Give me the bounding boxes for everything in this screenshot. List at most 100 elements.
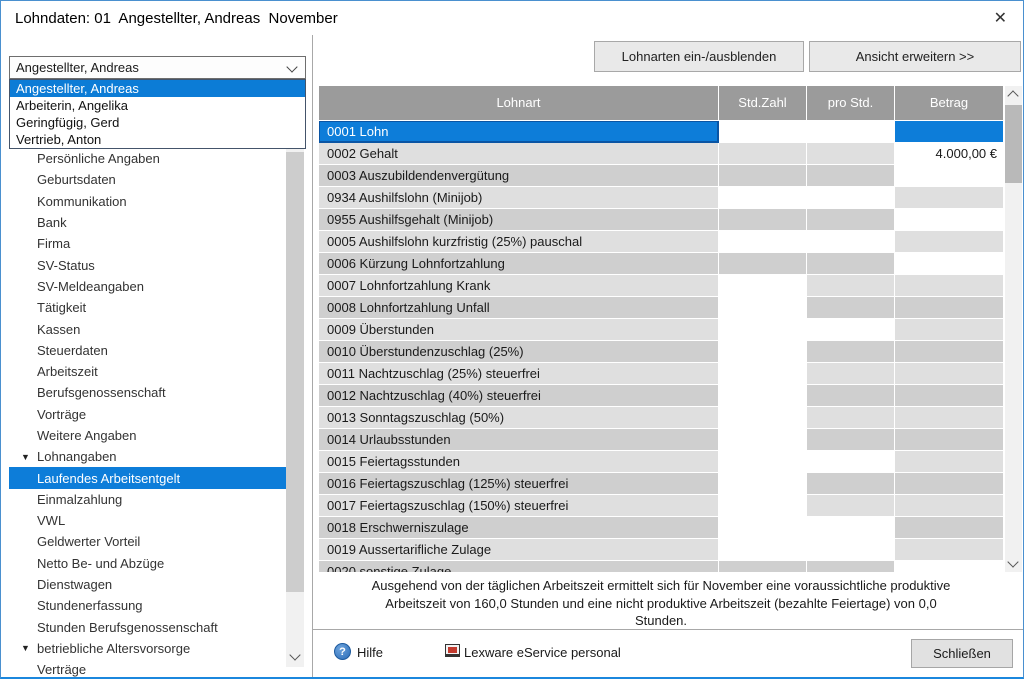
close-button[interactable]: Schließen	[911, 639, 1013, 668]
cell-std-zahl[interactable]	[719, 231, 806, 252]
column-header-pro-std[interactable]: pro Std.	[807, 86, 894, 120]
sidebar-tree-item[interactable]: ▼ Weitere Angaben	[9, 425, 286, 446]
cell-std-zahl[interactable]	[719, 473, 806, 494]
employee-option[interactable]: Vertrieb, Anton	[10, 131, 305, 148]
table-row[interactable]: 0010 Überstundenzuschlag (25%)	[319, 341, 1003, 362]
cell-lohnart[interactable]: 0955 Aushilfsgehalt (Minijob)	[319, 209, 718, 230]
cell-std-zahl[interactable]	[719, 495, 806, 516]
cell-betrag[interactable]	[895, 385, 1003, 406]
cell-std-zahl[interactable]	[719, 319, 806, 340]
sidebar-tree-item[interactable]: ▼ Dienstwagen	[9, 574, 286, 595]
employee-select[interactable]: Angestellter, Andreas	[9, 56, 306, 79]
cell-std-zahl[interactable]	[719, 539, 806, 560]
table-row[interactable]: 0014 Urlaubsstunden	[319, 429, 1003, 450]
sidebar-tree-item[interactable]: ▼ Vorträge	[9, 404, 286, 425]
cell-lohnart[interactable]: 0008 Lohnfortzahlung Unfall	[319, 297, 718, 318]
sidebar-tree-item[interactable]: ▼ Verträge	[9, 659, 286, 677]
cell-betrag[interactable]	[895, 363, 1003, 384]
sidebar-tree-item[interactable]: ▼ Laufendes Arbeitsentgelt	[9, 467, 286, 488]
cell-std-zahl[interactable]	[719, 429, 806, 450]
employee-option[interactable]: Geringfügig, Gerd	[10, 114, 305, 131]
cell-lohnart[interactable]: 0001 Lohn	[319, 121, 718, 142]
sidebar-tree-item[interactable]: ▼ Geburtsdaten	[9, 169, 286, 190]
cell-pro-std[interactable]	[807, 539, 894, 560]
sidebar-tree-item[interactable]: ▼ Netto Be- und Abzüge	[9, 553, 286, 574]
sidebar-tree-item[interactable]: ▼ Stundenerfassung	[9, 595, 286, 616]
sidebar-scrollbar[interactable]	[286, 148, 304, 667]
scroll-down-icon[interactable]	[1007, 556, 1018, 567]
cell-pro-std[interactable]	[807, 253, 894, 274]
cell-lohnart[interactable]: 0015 Feiertagsstunden	[319, 451, 718, 472]
table-row[interactable]: 0955 Aushilfsgehalt (Minijob)	[319, 209, 1003, 230]
table-scrollbar[interactable]	[1005, 86, 1022, 572]
cell-pro-std[interactable]	[807, 231, 894, 252]
cell-lohnart[interactable]: 0009 Überstunden	[319, 319, 718, 340]
sidebar-tree-item[interactable]: ▼ Tätigkeit	[9, 297, 286, 318]
sidebar-tree-item[interactable]: ▼ Firma	[9, 233, 286, 254]
cell-std-zahl[interactable]	[719, 407, 806, 428]
cell-std-zahl[interactable]	[719, 209, 806, 230]
cell-pro-std[interactable]	[807, 187, 894, 208]
column-header-betrag[interactable]: Betrag	[895, 86, 1003, 120]
cell-betrag[interactable]	[895, 253, 1003, 274]
cell-std-zahl[interactable]	[719, 275, 806, 296]
cell-betrag[interactable]	[895, 231, 1003, 252]
cell-lohnart[interactable]: 0003 Auszubildendenvergütung	[319, 165, 718, 186]
table-row[interactable]: 0005 Aushilfslohn kurzfristig (25%) paus…	[319, 231, 1003, 252]
table-row[interactable]: 0012 Nachtzuschlag (40%) steuerfrei	[319, 385, 1003, 406]
sidebar-scrollbar-thumb[interactable]	[286, 152, 304, 592]
sidebar-tree-item[interactable]: ▼ Einmalzahlung	[9, 489, 286, 510]
cell-betrag[interactable]	[895, 297, 1003, 318]
cell-pro-std[interactable]	[807, 121, 894, 142]
cell-betrag[interactable]	[895, 165, 1003, 186]
sidebar-tree-item[interactable]: ▼ Kassen	[9, 318, 286, 339]
cell-std-zahl[interactable]	[719, 121, 806, 142]
toggle-wage-types-button[interactable]: Lohnarten ein-/ausblenden	[594, 41, 804, 72]
cell-std-zahl[interactable]	[719, 187, 806, 208]
cell-pro-std[interactable]	[807, 385, 894, 406]
cell-lohnart[interactable]: 0012 Nachtzuschlag (40%) steuerfrei	[319, 385, 718, 406]
cell-betrag[interactable]	[895, 517, 1003, 538]
cell-std-zahl[interactable]	[719, 341, 806, 362]
scroll-up-icon[interactable]	[1007, 90, 1018, 101]
table-row[interactable]: 0013 Sonntagszuschlag (50%)	[319, 407, 1003, 428]
cell-lohnart[interactable]: 0014 Urlaubsstunden	[319, 429, 718, 450]
cell-pro-std[interactable]	[807, 319, 894, 340]
cell-std-zahl[interactable]	[719, 165, 806, 186]
cell-pro-std[interactable]	[807, 341, 894, 362]
cell-lohnart[interactable]: 0016 Feiertagszuschlag (125%) steuerfrei	[319, 473, 718, 494]
cell-betrag[interactable]	[895, 429, 1003, 450]
cell-lohnart[interactable]: 0020 sonstige Zulage	[319, 561, 718, 572]
cell-pro-std[interactable]	[807, 209, 894, 230]
sidebar-tree-item[interactable]: ▼ Kommunikation	[9, 191, 286, 212]
cell-pro-std[interactable]	[807, 429, 894, 450]
table-row[interactable]: 0015 Feiertagsstunden	[319, 451, 1003, 472]
cell-betrag[interactable]	[895, 275, 1003, 296]
help-icon[interactable]: ?	[334, 643, 351, 660]
sidebar-tree-item[interactable]: ▼ Steuerdaten	[9, 340, 286, 361]
cell-lohnart[interactable]: 0017 Feiertagszuschlag (150%) steuerfrei	[319, 495, 718, 516]
cell-lohnart[interactable]: 0013 Sonntagszuschlag (50%)	[319, 407, 718, 428]
employee-option[interactable]: Arbeiterin, Angelika	[10, 97, 305, 114]
close-icon[interactable]: ✕	[994, 8, 1007, 28]
cell-pro-std[interactable]	[807, 143, 894, 164]
cell-betrag[interactable]	[895, 539, 1003, 560]
help-link[interactable]: Hilfe	[357, 645, 383, 660]
table-row[interactable]: 0007 Lohnfortzahlung Krank	[319, 275, 1003, 296]
sidebar-tree-item[interactable]: ▼ SV-Meldeangaben	[9, 276, 286, 297]
eservice-link[interactable]: Lexware eService personal	[464, 645, 621, 660]
cell-std-zahl[interactable]	[719, 143, 806, 164]
sidebar-tree-item[interactable]: ▼ SV-Status	[9, 254, 286, 275]
cell-betrag[interactable]	[895, 209, 1003, 230]
cell-pro-std[interactable]	[807, 517, 894, 538]
cell-lohnart[interactable]: 0010 Überstundenzuschlag (25%)	[319, 341, 718, 362]
sidebar-tree-item[interactable]: ▼ Stunden Berufsgenossenschaft	[9, 617, 286, 638]
table-row[interactable]: 0009 Überstunden	[319, 319, 1003, 340]
table-scrollbar-thumb[interactable]	[1005, 105, 1022, 183]
table-row[interactable]: 0001 Lohn	[319, 121, 1003, 142]
cell-lohnart[interactable]: 0934 Aushilfslohn (Minijob)	[319, 187, 718, 208]
cell-lohnart[interactable]: 0006 Kürzung Lohnfortzahlung	[319, 253, 718, 274]
table-row[interactable]: 0006 Kürzung Lohnfortzahlung	[319, 253, 1003, 274]
cell-pro-std[interactable]	[807, 407, 894, 428]
table-row[interactable]: 0934 Aushilfslohn (Minijob)	[319, 187, 1003, 208]
